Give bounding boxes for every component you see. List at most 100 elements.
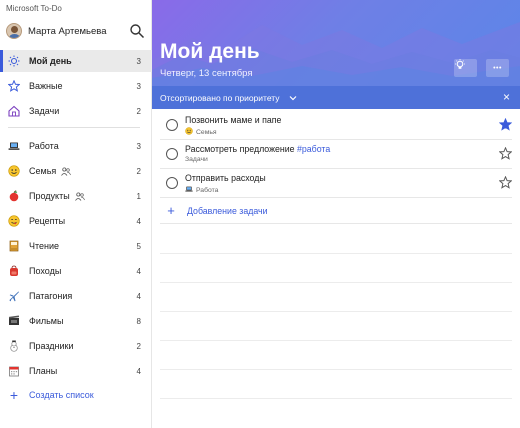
suggestions-button[interactable] (454, 59, 477, 77)
sidebar-item-groceries[interactable]: Продукты 1 (0, 185, 152, 207)
main-pane: Мой день Четверг, 13 сентября ••• Отсорт… (152, 0, 520, 428)
sidebar-item-count: 3 (136, 81, 141, 91)
shared-list-icon (61, 166, 72, 176)
sidebar-item-count: 3 (136, 141, 141, 151)
page-title: Мой день (160, 40, 260, 63)
important-star-icon[interactable] (499, 147, 512, 160)
important-star-filled-icon[interactable] (499, 118, 512, 131)
sidebar-item-label: Работа (29, 141, 59, 151)
sidebar-item-label: Рецепты (29, 216, 66, 226)
empty-row-line (160, 398, 512, 399)
sidebar-item-count: 2 (136, 106, 141, 116)
film-icon (8, 315, 20, 327)
more-icon: ••• (493, 64, 502, 72)
empty-row-line (160, 340, 512, 341)
sidebar-item-label: Походы (29, 266, 62, 276)
task-list-label: Семья (185, 127, 217, 137)
sidebar-item-tasks[interactable]: Задачи 2 (0, 100, 152, 122)
sidebar-item-count: 2 (136, 166, 141, 176)
task-title-text: Отправить расходы (185, 173, 266, 183)
sidebar: Microsoft To-Do Марта Артемьева Мой день… (0, 0, 152, 428)
task-list-name: Семья (196, 128, 217, 136)
smiley-icon (8, 165, 20, 177)
sidebar-item-count: 2 (136, 341, 141, 351)
task-list-label: Работа (185, 185, 218, 195)
task-title: Рассмотреть предложение #работа (185, 144, 330, 154)
sidebar-item-my-day[interactable]: Мой день 3 (0, 50, 152, 72)
task-list-label: Задачи (185, 156, 208, 163)
sidebar-item-count: 1 (136, 191, 141, 201)
task-title: Позвонить маме и папе (185, 115, 281, 125)
sidebar-item-important[interactable]: Важные 3 (0, 75, 152, 97)
sidebar-item-label: Важные (29, 81, 63, 91)
create-list-button[interactable]: + Создать список (8, 386, 94, 404)
book-icon (8, 240, 20, 252)
sidebar-item-family[interactable]: Семья 2 (0, 160, 152, 182)
avatar (6, 23, 22, 39)
sidebar-item-patagonia[interactable]: Патагония 4 (0, 285, 152, 307)
empty-row-line (160, 311, 512, 312)
sidebar-item-label: Продукты (29, 191, 70, 201)
plus-icon: + (9, 387, 19, 403)
sidebar-item-label: Праздники (29, 341, 74, 351)
snowman-icon (8, 340, 20, 352)
add-task-button[interactable]: + Добавление задачи (160, 198, 512, 224)
sidebar-item-label: Патагония (29, 291, 73, 301)
important-star-icon[interactable] (499, 176, 512, 189)
sidebar-item-movies[interactable]: Фильмы 8 (0, 310, 152, 332)
sidebar-item-count: 5 (136, 241, 141, 251)
sort-bar[interactable]: Отсортировано по приоритету × (152, 86, 520, 109)
page-date: Четверг, 13 сентября (160, 68, 253, 79)
sidebar-item-count: 4 (136, 291, 141, 301)
sun-icon (8, 55, 20, 67)
sidebar-item-count: 3 (136, 56, 141, 66)
sidebar-item-count: 8 (136, 316, 141, 326)
task-complete-checkbox[interactable] (166, 177, 178, 189)
laptop-icon (8, 140, 20, 152)
more-options-button[interactable]: ••• (486, 59, 509, 77)
task-row[interactable]: Позвонить маме и папе Семья (160, 112, 512, 140)
add-task-label: Добавление задачи (187, 205, 268, 216)
task-hashtag[interactable]: #работа (297, 144, 330, 154)
empty-row-line (160, 253, 512, 254)
sidebar-item-label: Семья (29, 166, 57, 176)
smiley-icon (185, 127, 193, 137)
empty-row-line (160, 282, 512, 283)
sidebar-item-recipes[interactable]: Рецепты 4 (0, 210, 152, 232)
user-name: Марта Артемьева (28, 25, 107, 37)
sidebar-item-hiking[interactable]: Походы 4 (0, 260, 152, 282)
sidebar-item-plans[interactable]: Планы 4 (0, 360, 152, 382)
search-icon[interactable] (129, 23, 145, 39)
sidebar-divider (8, 127, 140, 128)
task-title-text: Рассмотреть предложение (185, 144, 297, 154)
create-list-label: Создать список (29, 390, 94, 400)
sidebar-item-work[interactable]: Работа 3 (0, 135, 152, 157)
sidebar-item-label: Фильмы (29, 316, 64, 326)
face-savoring-icon (8, 215, 20, 227)
task-title: Отправить расходы (185, 173, 266, 183)
sidebar-item-label: Планы (29, 366, 58, 376)
airplane-icon (8, 290, 20, 302)
sidebar-item-label: Задачи (29, 106, 60, 116)
plus-icon: + (167, 203, 175, 218)
task-complete-checkbox[interactable] (166, 148, 178, 160)
app-title: Microsoft To-Do (6, 4, 62, 13)
task-list-name: Задачи (185, 156, 208, 163)
task-row[interactable]: Рассмотреть предложение #работа Задачи (160, 141, 512, 169)
sidebar-item-reading[interactable]: Чтение 5 (0, 235, 152, 257)
sidebar-item-label: Чтение (29, 241, 60, 251)
empty-row-line (160, 369, 512, 370)
task-row[interactable]: Отправить расходы Работа (160, 170, 512, 198)
user-account-row[interactable]: Марта Артемьева (0, 18, 152, 44)
shared-list-icon (74, 191, 85, 201)
laptop-icon (185, 185, 193, 195)
close-icon[interactable]: × (503, 90, 510, 104)
sidebar-item-holidays[interactable]: Праздники 2 (0, 335, 152, 357)
task-title-text: Позвонить маме и папе (185, 115, 282, 125)
sidebar-item-count: 4 (136, 366, 141, 376)
lightbulb-icon (455, 59, 465, 69)
home-icon (8, 105, 20, 117)
sort-label: Отсортировано по приоритету (160, 92, 280, 103)
task-complete-checkbox[interactable] (166, 119, 178, 131)
chevron-down-icon[interactable] (288, 93, 298, 103)
